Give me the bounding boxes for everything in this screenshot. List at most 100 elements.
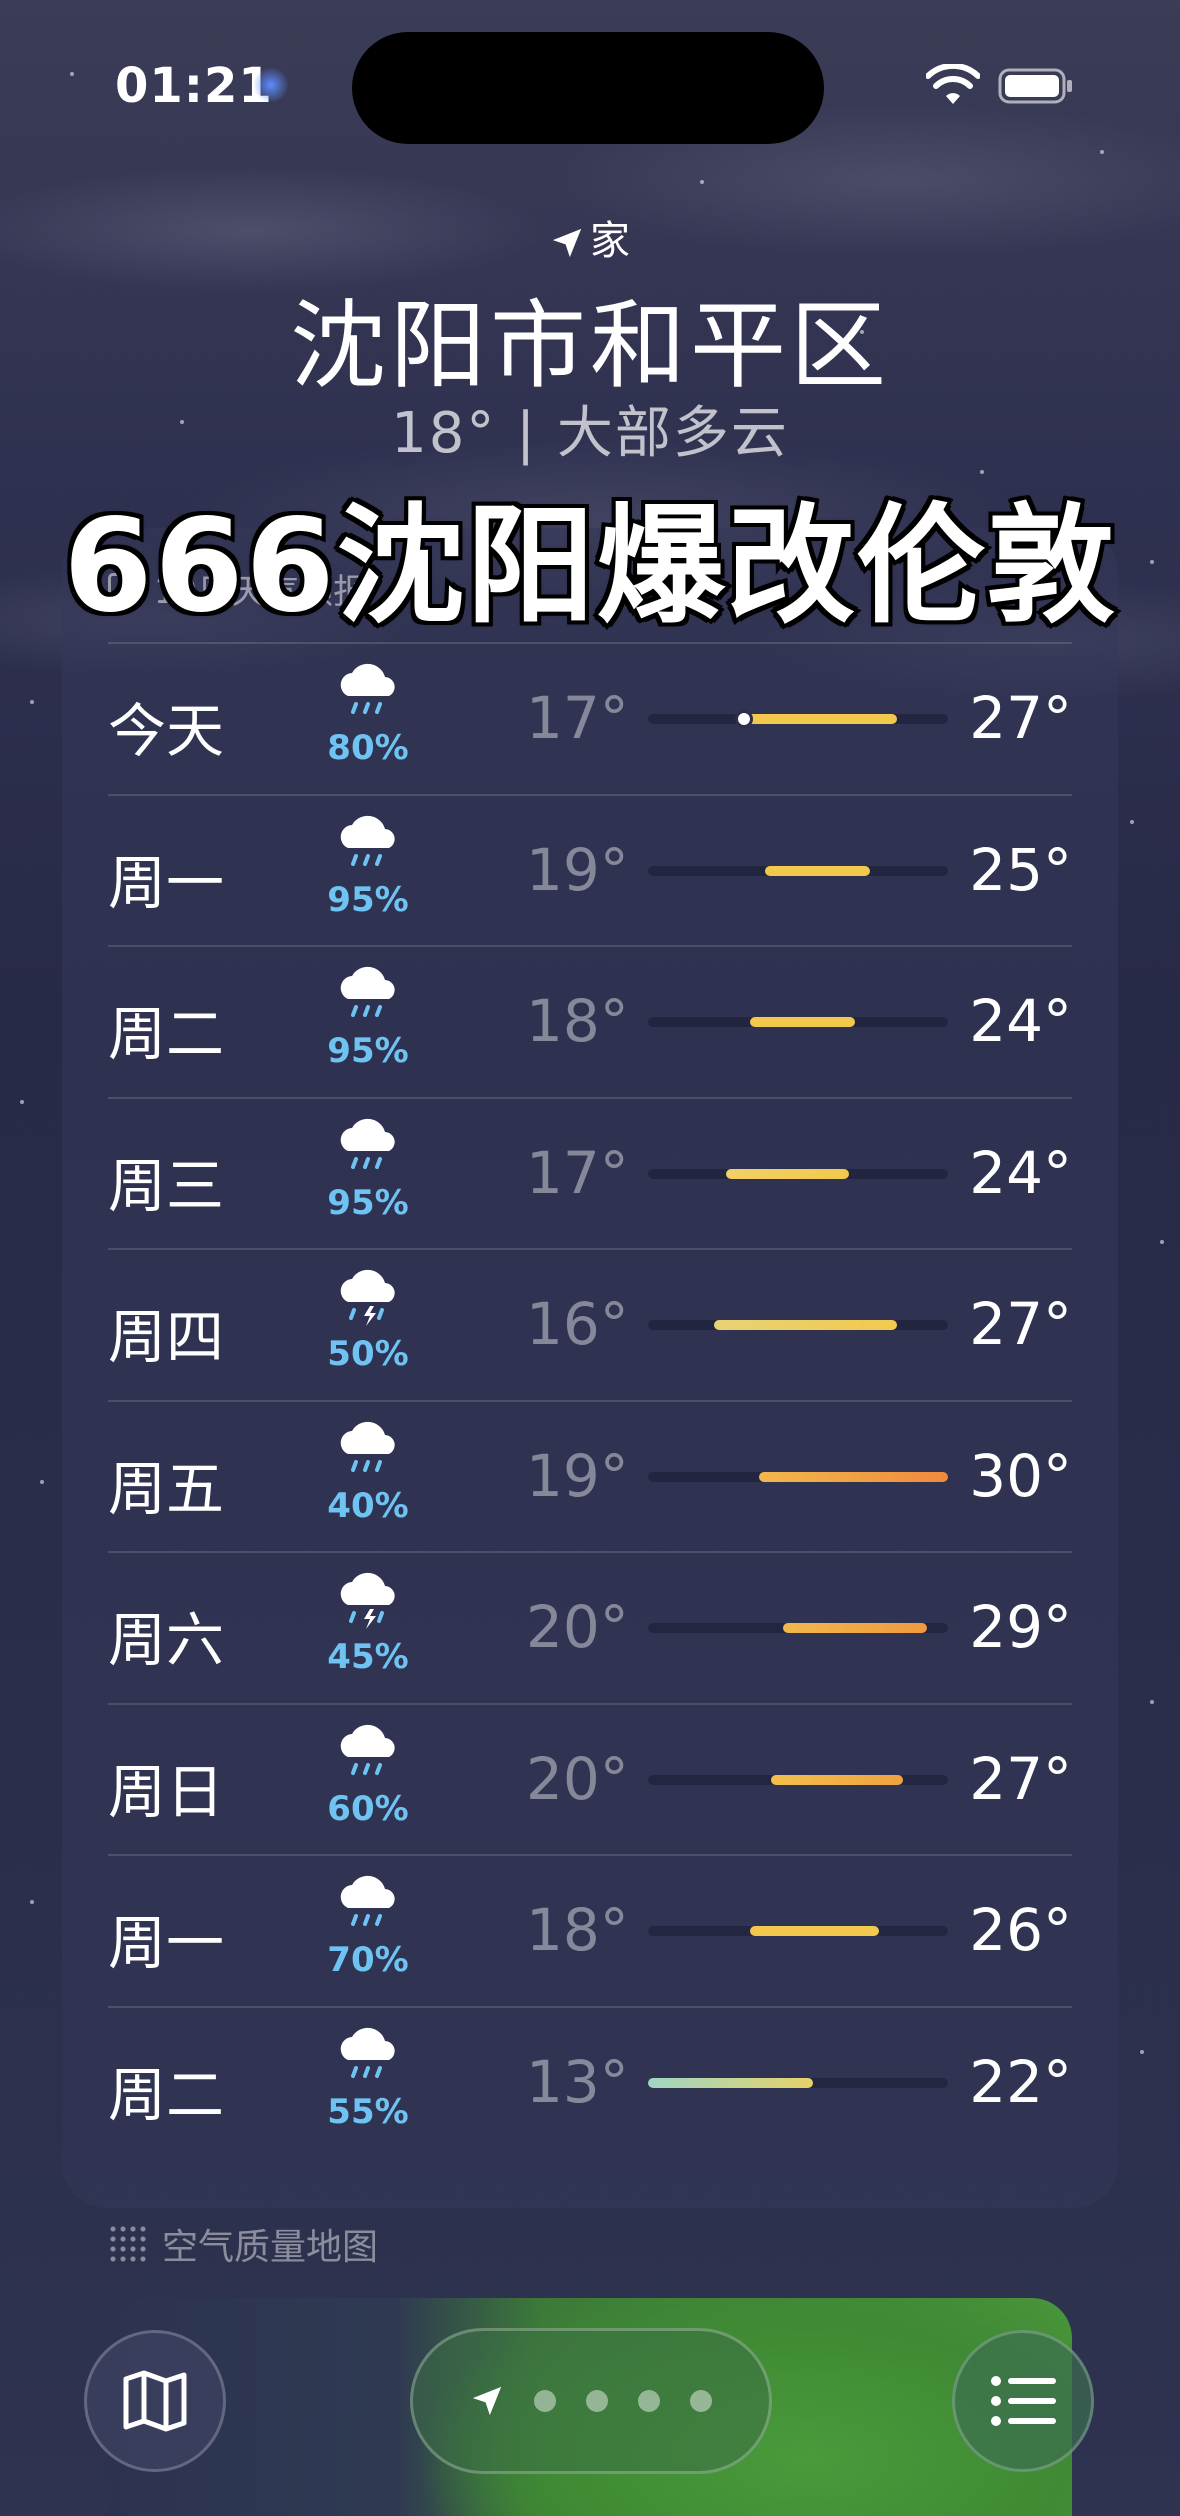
forecast-row[interactable]: 周五 40% 19° 30° (108, 1399, 1072, 1552)
map-icon (123, 2370, 187, 2432)
precip-chance: 70% (327, 1940, 409, 1980)
map-button[interactable] (84, 2330, 226, 2472)
rain-cloud-icon (330, 1117, 406, 1177)
temp-range-fill (750, 1926, 879, 1936)
low-temp: 20° (526, 1744, 629, 1813)
thunder-cloud-icon (330, 1571, 406, 1631)
precip-chance: 95% (327, 1182, 409, 1223)
dynamic-island (352, 32, 824, 144)
temp-range-bar (648, 1623, 948, 1633)
forecast-day: 周日 (108, 1757, 225, 1826)
temp-range-bar (648, 2077, 948, 2088)
rain-cloud-icon (330, 1420, 406, 1480)
overlay-caption: 666沈阳爆改伦敦 (59, 488, 1118, 645)
rain-cloud-icon (330, 1723, 406, 1783)
star (1150, 1700, 1154, 1704)
forecast-day: 周一 (108, 848, 225, 917)
temp-range-fill (726, 1168, 849, 1179)
rain-cloud-icon (330, 2026, 406, 2086)
forecast-row[interactable]: 周一 95% 19° 25° (108, 793, 1072, 946)
rain-cloud-icon (330, 662, 406, 722)
city-name: 沈阳市和平区 (290, 290, 890, 402)
air-quality-header: 空气质量地图 (108, 2218, 378, 2270)
star (700, 180, 704, 184)
temp-range-bar (648, 1926, 948, 1936)
low-temp: 20° (526, 1593, 629, 1661)
temp-range-fill (738, 714, 897, 724)
forecast-row[interactable]: 周一 70% 18° 26° (108, 1854, 1072, 2006)
low-temp: 18° (526, 1896, 629, 1964)
star (1140, 2050, 1144, 2054)
star (1130, 820, 1134, 824)
high-temp: 24° (969, 987, 1072, 1055)
low-temp: 17° (526, 684, 629, 752)
list-icon (991, 2376, 1056, 2426)
low-temp: 19° (526, 835, 629, 904)
temp-range-bar (648, 1774, 948, 1785)
low-temp: 17° (526, 1138, 629, 1207)
high-temp: 27° (969, 1744, 1072, 1813)
forecast-row[interactable]: 周六 45% 20° 29° (108, 1551, 1072, 1703)
star (1160, 1240, 1164, 1244)
forecast-day: 周六 (108, 1606, 225, 1674)
page-dot[interactable] (534, 2390, 556, 2412)
page-dot[interactable] (690, 2390, 712, 2412)
forecast-row[interactable]: 周二 55% 13° 22° (108, 2005, 1072, 2158)
forecast-row[interactable]: 周四 50% 16° 27° (108, 1248, 1072, 1400)
thunder-cloud-icon (330, 1268, 406, 1328)
star (70, 72, 74, 76)
forecast-row[interactable]: 周日 60% 20° 27° (108, 1702, 1072, 1855)
high-temp: 22° (969, 2047, 1072, 2116)
location-arrow-icon (552, 228, 582, 258)
low-temp: 18° (526, 987, 629, 1055)
page-dot[interactable] (586, 2390, 608, 2412)
rain-cloud-icon (330, 965, 406, 1025)
high-temp: 27° (969, 1290, 1072, 1358)
temp-range-fill (750, 1017, 855, 1027)
forecast-list: 今天 80% 17° 27° 周一 95% 19° 25° 周二 95% 18° 24° 周三 95% 17… (108, 642, 1072, 2157)
forecast-day: 周二 (108, 2060, 225, 2129)
current-temp-marker (735, 710, 753, 728)
high-temp: 27° (969, 684, 1072, 752)
forecast-day: 周三 (108, 1151, 225, 1220)
temp-range-bar (648, 865, 948, 876)
temp-range-fill (765, 865, 870, 876)
precip-chance: 95% (327, 1031, 409, 1071)
status-time: 01:21 (115, 58, 273, 114)
forecast-row[interactable]: 周二 95% 18° 24° (108, 945, 1072, 1097)
precip-chance: 45% (327, 1637, 409, 1677)
star (30, 700, 34, 704)
precip-chance: 60% (327, 1788, 409, 1829)
rain-cloud-icon (330, 814, 406, 874)
precip-chance: 80% (327, 728, 409, 768)
star (20, 1100, 24, 1104)
forecast-day: 周四 (108, 1303, 225, 1371)
page-dot[interactable] (638, 2390, 660, 2412)
temp-range-bar (648, 1168, 948, 1179)
star (1100, 150, 1104, 154)
air-quality-label: 空气质量地图 (162, 2227, 379, 2268)
forecast-day: 今天 (108, 697, 225, 765)
precip-chance: 95% (327, 879, 409, 920)
current-conditions: 18° | 大部多云 (391, 401, 789, 466)
air-quality-icon (108, 2224, 148, 2264)
temp-range-fill (783, 1623, 927, 1633)
temp-range-fill (771, 1774, 903, 1785)
high-temp: 24° (969, 1138, 1072, 1207)
forecast-row[interactable]: 周三 95% 17° 24° (108, 1096, 1072, 1249)
low-temp: 19° (526, 1441, 629, 1510)
location-label: 家 (0, 208, 1180, 266)
wifi-icon (926, 64, 980, 104)
location-tag: 家 (590, 218, 630, 264)
star (30, 1900, 34, 1904)
forecast-row[interactable]: 今天 80% 17° 27° (108, 642, 1072, 794)
page-indicator[interactable] (410, 2328, 772, 2474)
low-temp: 16° (526, 1290, 629, 1358)
forecast-day: 周一 (108, 1909, 225, 1977)
precip-chance: 55% (327, 2091, 409, 2132)
temp-range-bar (648, 710, 948, 728)
city-list-button[interactable] (952, 2330, 1094, 2472)
low-temp: 13° (526, 2047, 629, 2116)
temp-range-bar (648, 1471, 948, 1482)
precip-chance: 40% (327, 1485, 409, 1526)
